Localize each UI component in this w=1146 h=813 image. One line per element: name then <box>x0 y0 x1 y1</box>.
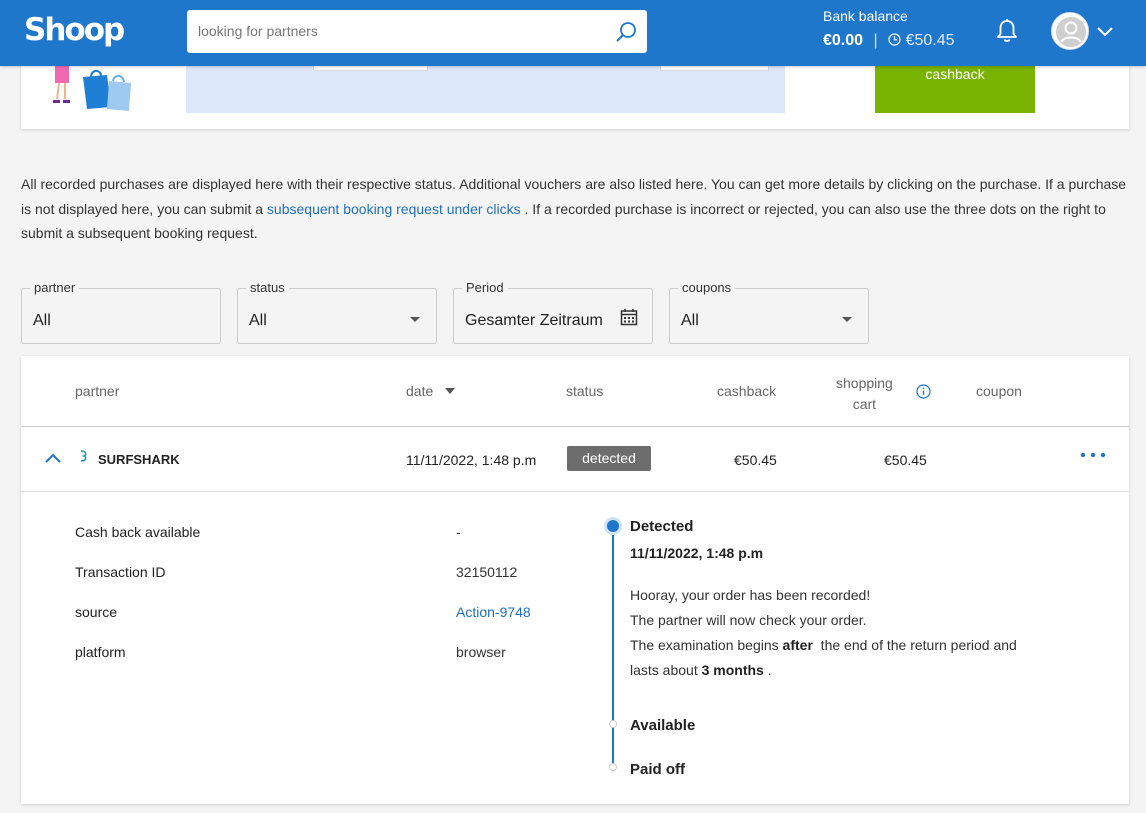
row-cashback: €50.45 <box>734 452 777 468</box>
bell-icon[interactable] <box>995 18 1019 44</box>
purchases-table: partner date status cashback shopping ca… <box>21 356 1129 804</box>
column-cart-line1: shopping <box>836 375 893 391</box>
caret-down-icon <box>842 317 852 322</box>
status-filter[interactable]: status All <box>237 280 437 344</box>
timeline-detected-date: 11/11/2022, 1:48 p.m <box>630 545 764 561</box>
cashback-available-label: Cash back available <box>75 524 201 540</box>
sort-down-icon[interactable] <box>445 388 456 394</box>
platform-value: browser <box>456 644 506 660</box>
info-icon[interactable] <box>916 384 931 399</box>
coupons-filter-label: coupons <box>678 280 736 295</box>
period-filter-value: Gesamter Zeitraum <box>465 312 603 329</box>
cashback-button-label: cashback <box>925 66 985 82</box>
source-label: source <box>75 604 118 620</box>
promo-banner <box>186 66 785 113</box>
column-cashback: cashback <box>717 383 777 399</box>
timeline-dot-available <box>609 720 617 728</box>
calendar-icon[interactable] <box>620 308 638 326</box>
status-badge: detected <box>567 446 651 471</box>
timeline-line4-post: . <box>763 662 772 678</box>
bank-separator: | <box>873 32 878 49</box>
status-filter-label: status <box>246 280 289 295</box>
timeline-line <box>612 526 614 767</box>
surfshark-logo-icon <box>80 450 87 462</box>
more-options-icon[interactable] <box>1079 451 1107 459</box>
row-cart: €50.45 <box>884 452 927 468</box>
partner-filter-label: partner <box>30 280 80 295</box>
bank-balance-amount: €0.00 <box>823 32 864 49</box>
bank-balance-label: Bank balance <box>823 8 908 24</box>
coupons-filter-value: All <box>681 312 699 329</box>
bank-balance[interactable]: Bank balance €0.00 | €50.45 <box>823 8 955 50</box>
column-date[interactable]: date <box>406 383 456 399</box>
column-shopping-cart: shopping cart <box>836 373 893 415</box>
timeline-line3-bold: after <box>782 637 813 653</box>
row-partner[interactable]: SURFSHARK <box>98 452 180 467</box>
cashback-button[interactable]: cashback <box>875 66 1035 113</box>
search-bar[interactable]: looking for partners <box>187 10 647 53</box>
status-filter-value: All <box>249 312 267 329</box>
timeline-line3-post: the end of the return period and <box>812 637 1017 653</box>
column-coupon: coupon <box>976 383 1022 399</box>
period-filter-label: Period <box>462 280 508 295</box>
timeline-line4-bold: 3 months <box>701 662 764 678</box>
search-icon[interactable] <box>615 21 637 43</box>
chevron-down-icon[interactable] <box>1096 24 1114 38</box>
transaction-id-value: 32150112 <box>456 564 518 580</box>
coupons-filter[interactable]: coupons All <box>669 280 869 344</box>
timeline-line3-pre: The examination begins <box>630 637 783 653</box>
chevron-up-icon[interactable] <box>44 452 62 464</box>
platform-label: platform <box>75 644 126 660</box>
shopping-bags-illustration <box>53 65 131 111</box>
timeline-detected-title: Detected <box>630 518 694 535</box>
column-cart-line2: cart <box>852 396 877 412</box>
avatar[interactable] <box>1051 12 1089 50</box>
subsequent-booking-link[interactable]: subsequent booking request under clicks <box>267 201 521 217</box>
timeline-dot-paid <box>609 763 617 771</box>
promo-tab-right <box>660 66 769 71</box>
shoop-logo[interactable]: Shoop <box>24 12 125 48</box>
timeline-line3: The examination begins after the end of … <box>630 633 1017 658</box>
column-date-label: date <box>406 383 434 399</box>
bank-pending-amount: €50.45 <box>905 32 955 49</box>
caret-down-icon <box>410 317 420 322</box>
partner-filter[interactable]: partner All <box>21 280 221 344</box>
row-divider <box>21 491 1129 492</box>
timeline-line4: lasts about 3 months . <box>630 658 1017 683</box>
top-header: Shoop looking for partners Bank balance … <box>0 0 1146 66</box>
partner-filter-value: All <box>33 312 51 329</box>
source-link[interactable]: Action-9748 <box>456 604 531 620</box>
bank-balance-values: €0.00 | €50.45 <box>823 32 955 50</box>
timeline-dot-detected <box>607 520 619 532</box>
user-icon <box>1056 17 1086 47</box>
period-filter[interactable]: Period Gesamter Zeitraum <box>453 280 653 344</box>
timeline-available-title: Available <box>630 717 696 734</box>
search-input[interactable]: looking for partners <box>198 23 318 39</box>
clock-icon <box>888 33 901 46</box>
promo-tab-left <box>313 66 428 71</box>
timeline-paid-title: Paid off <box>630 761 685 778</box>
column-status: status <box>566 383 604 399</box>
transaction-id-label: Transaction ID <box>75 564 166 580</box>
intro-text: All recorded purchases are displayed her… <box>21 172 1131 246</box>
timeline-detected-text: Hooray, your order has been recorded! Th… <box>630 583 1017 683</box>
row-date: 11/11/2022, 1:48 p.m <box>406 452 537 468</box>
timeline-line4-pre: lasts about <box>630 662 702 678</box>
timeline-line2: The partner will now check your order. <box>630 612 867 628</box>
header-divider <box>21 426 1129 427</box>
column-partner: partner <box>75 383 120 399</box>
timeline-line1: Hooray, your order has been recorded! <box>630 587 871 603</box>
cashback-available-value: - <box>456 524 461 540</box>
